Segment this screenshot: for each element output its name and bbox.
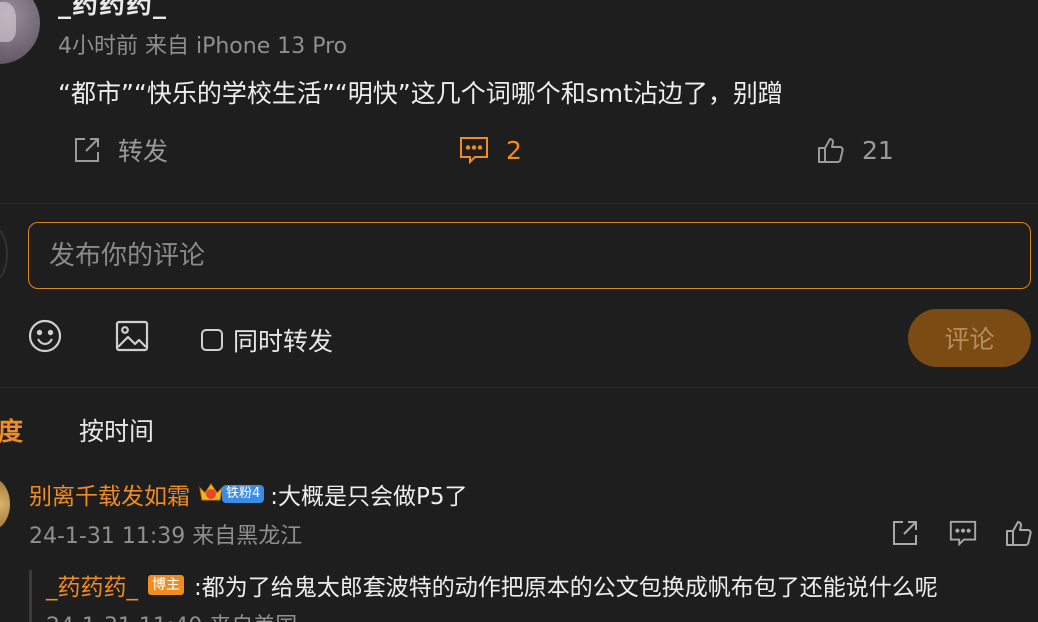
post-text: “都市”“快乐的学校生活”“明快”这几个词哪个和smt沾边了，别蹭 xyxy=(58,79,783,108)
comment-reply-button[interactable] xyxy=(948,518,978,552)
author-badge: 博主 xyxy=(148,575,184,595)
reply-header: _药药药_ 博主 :都为了给鬼太郎套波特的动作把原本的公文包换成帆布包了还能说什… xyxy=(46,568,938,602)
divider xyxy=(0,203,1038,204)
image-icon xyxy=(114,320,150,358)
post-meta: 4小时前 来自 iPhone 13 Pro xyxy=(58,34,348,59)
repost-toggle[interactable]: 同时转发 xyxy=(201,322,333,358)
commenter-name[interactable]: 别离千载发如霜 xyxy=(29,477,190,511)
current-user-avatar xyxy=(0,226,8,282)
tab-by-time[interactable]: 按时间 xyxy=(79,412,154,448)
repost-label: 同时转发 xyxy=(233,327,334,356)
thumbs-up-icon xyxy=(816,135,846,165)
forward-label: 转发 xyxy=(118,137,169,166)
submit-comment-button[interactable]: 评论 xyxy=(908,309,1031,367)
like-button[interactable]: 21 xyxy=(816,132,894,168)
comment-icon xyxy=(948,520,978,552)
reply-thread-line xyxy=(29,570,32,622)
forward-button[interactable]: 转发 xyxy=(72,132,168,168)
reply-author-name[interactable]: _药药药_ xyxy=(46,568,138,602)
crown-badge-icon xyxy=(198,480,224,508)
comment-button[interactable]: 2 xyxy=(458,132,522,168)
share-forward-icon xyxy=(890,521,920,552)
comment-meta: 24-1-31 11:39 来自黑龙江 xyxy=(29,524,303,549)
weibo-post-page: _药药药_ 4小时前 来自 iPhone 13 Pro “都市”“快乐的学校生活… xyxy=(0,0,1038,622)
reply-text: :都为了给鬼太郎套波特的动作把原本的公文包换成帆布包了还能说什么呢 xyxy=(194,575,938,601)
thumbs-up-icon xyxy=(1004,521,1034,552)
comment-header: 别离千载发如霜 铁粉4 :大概是只会做P5了 xyxy=(29,477,468,511)
comment-count: 2 xyxy=(506,135,522,165)
post-author-avatar[interactable] xyxy=(0,0,40,64)
comment-text: :大概是只会做P5了 xyxy=(270,484,468,510)
tab-hot[interactable]: 度 xyxy=(0,412,23,448)
reply-thread: _药药药_ 博主 :都为了给鬼太郎套波特的动作把原本的公文包换成帆布包了还能说什… xyxy=(29,560,1038,622)
repost-checkbox[interactable] xyxy=(201,329,223,351)
emoji-icon xyxy=(27,319,63,358)
comment-forward-button[interactable] xyxy=(890,518,920,552)
comment-input[interactable] xyxy=(28,222,1031,289)
commenter-avatar[interactable] xyxy=(0,478,10,530)
emoji-button[interactable] xyxy=(27,318,63,358)
comment-icon xyxy=(458,135,490,165)
like-count: 21 xyxy=(862,135,894,165)
post-author-name[interactable]: _药药药_ xyxy=(58,0,167,21)
comment-like-button[interactable] xyxy=(1004,518,1034,552)
share-forward-icon xyxy=(72,135,102,165)
image-upload-button[interactable] xyxy=(114,318,150,358)
fan-level-badge: 铁粉4 xyxy=(222,485,265,503)
reply-meta: 24-1-31 11:40 来自美国 xyxy=(46,608,297,622)
divider xyxy=(0,387,1038,388)
